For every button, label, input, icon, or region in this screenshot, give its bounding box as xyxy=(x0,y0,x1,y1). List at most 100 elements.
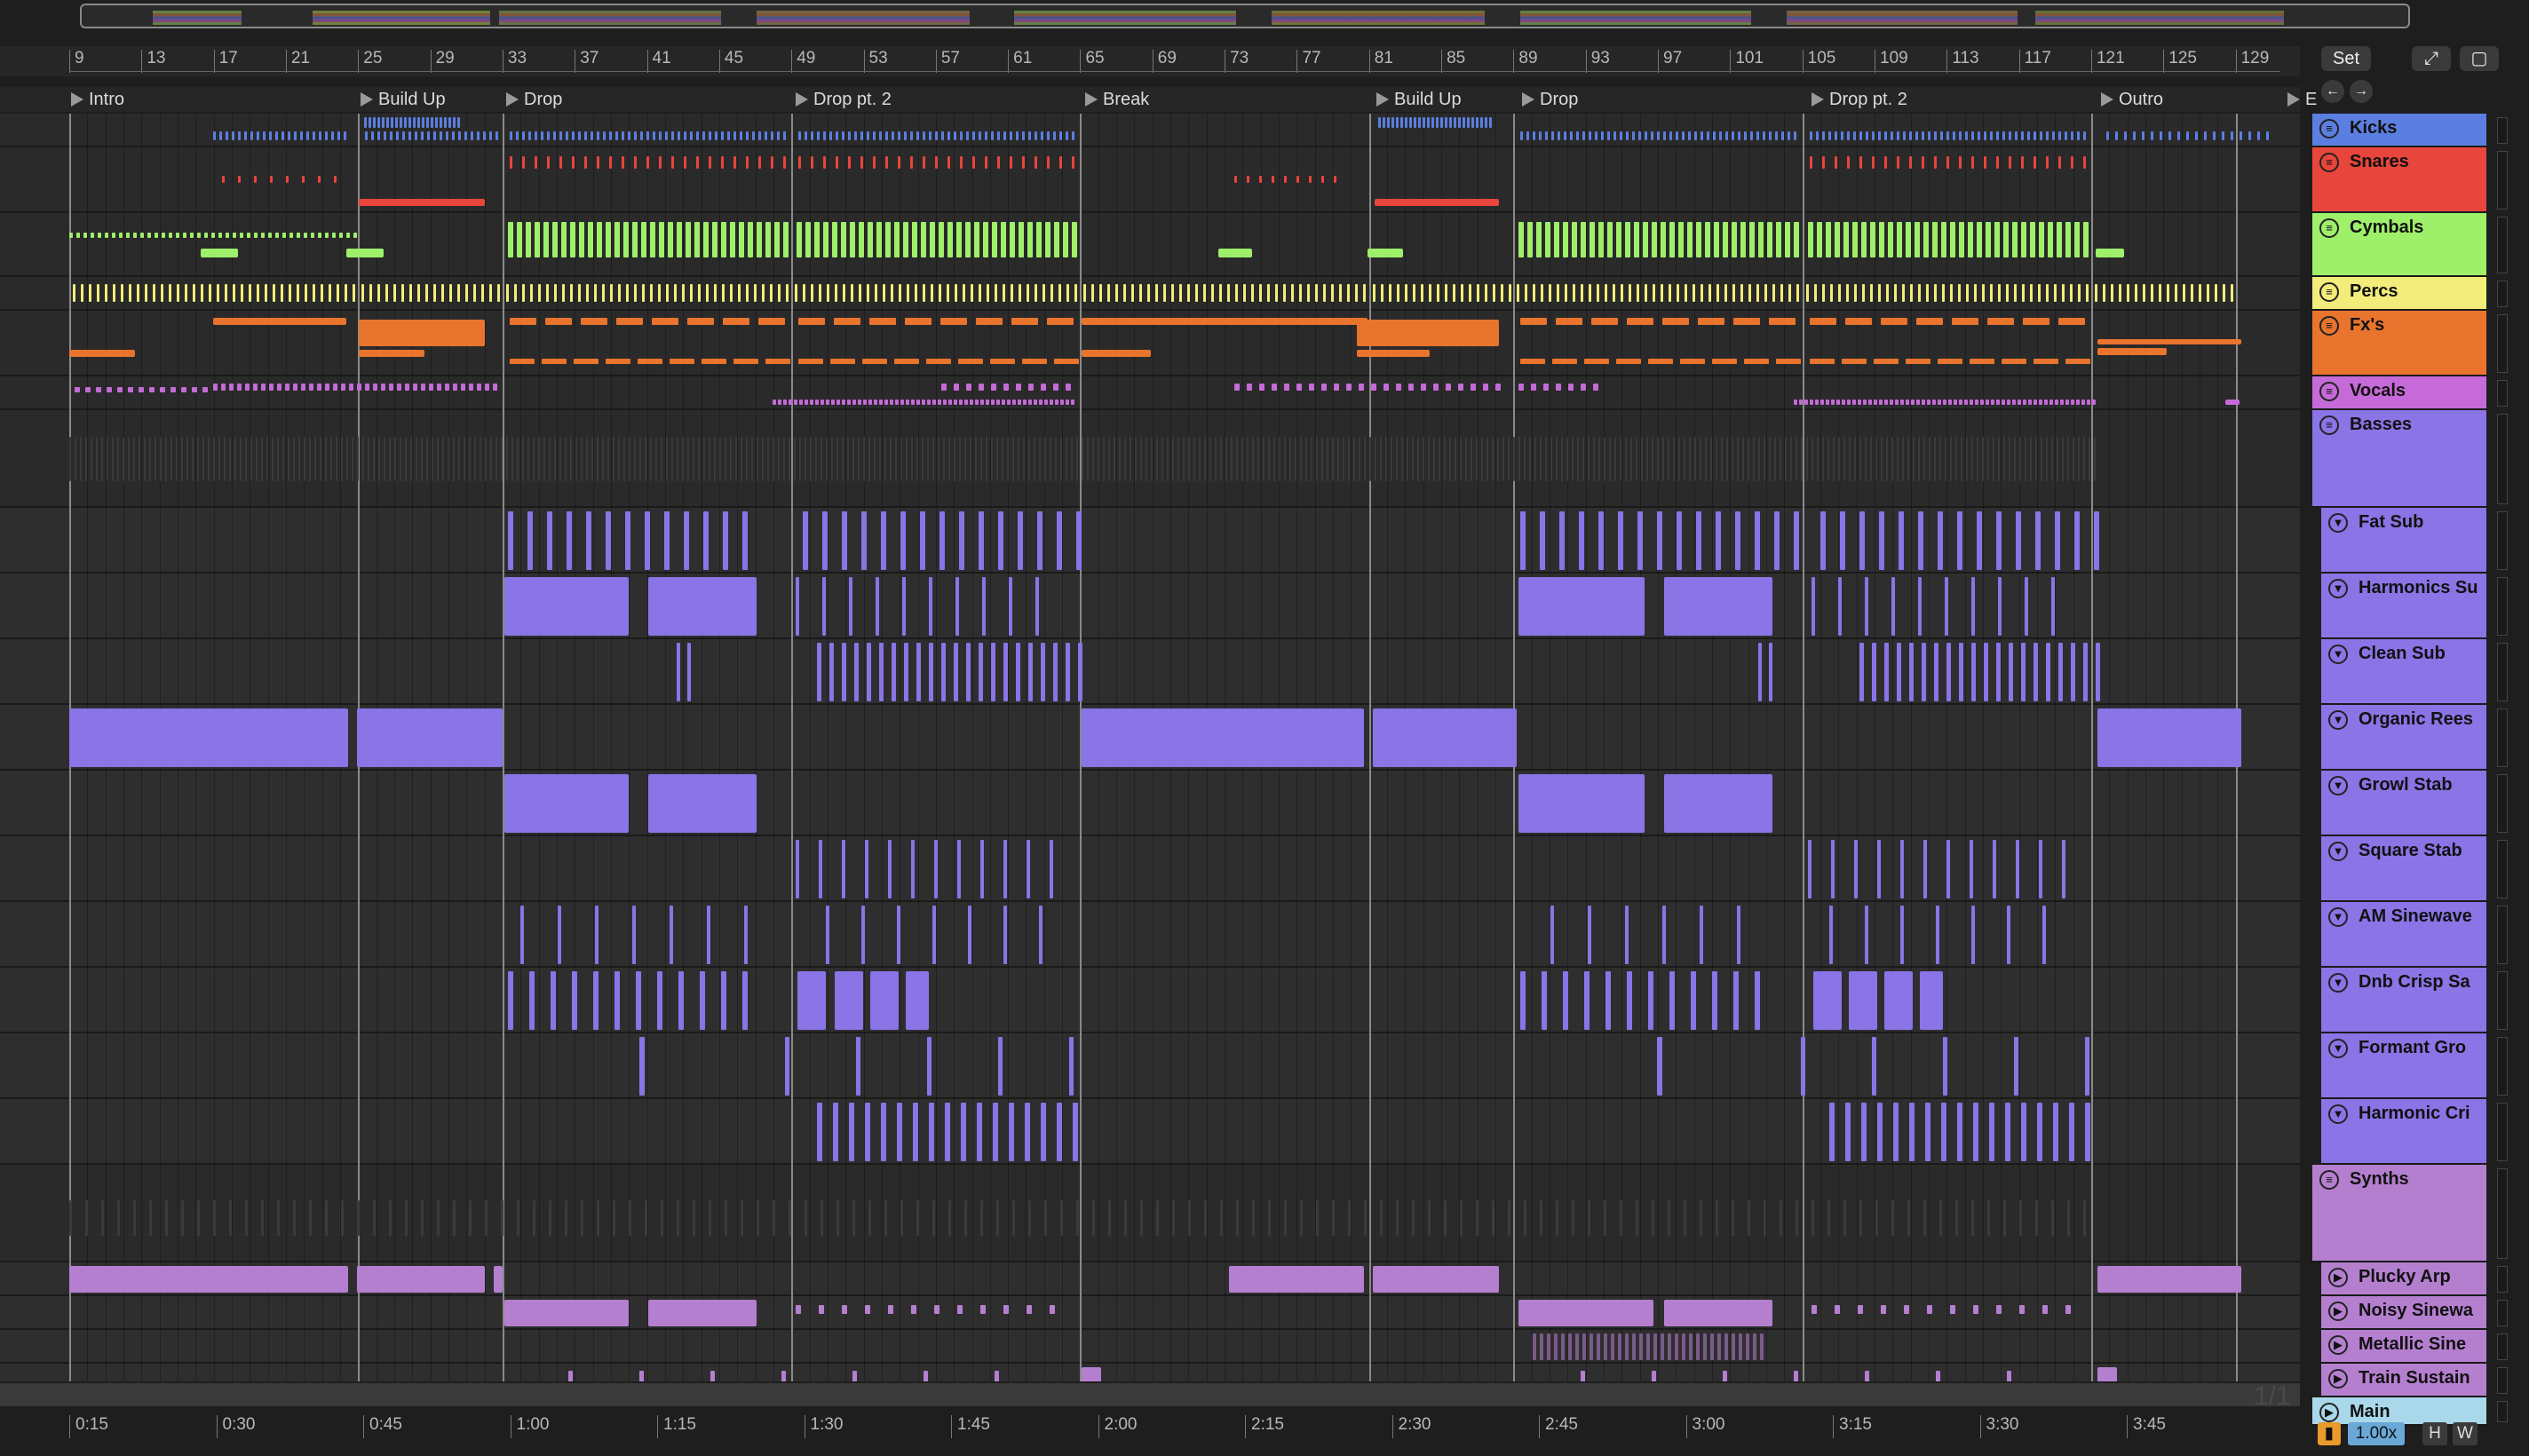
arrangement-tracks-area[interactable] xyxy=(0,114,2300,1381)
track-header[interactable]: ▼ Organic Rees xyxy=(2321,705,2486,771)
track-lane-snares[interactable] xyxy=(0,147,2300,213)
clip[interactable] xyxy=(1664,774,1772,833)
horizontal-scroll-bar[interactable] xyxy=(0,1383,2300,1406)
clip[interactable] xyxy=(1518,774,1645,833)
clip[interactable] xyxy=(357,1266,485,1293)
clip[interactable] xyxy=(357,708,503,767)
clip[interactable] xyxy=(504,774,629,833)
clip[interactable] xyxy=(494,1266,503,1293)
lock-icon[interactable]: ▢ xyxy=(2460,46,2499,71)
track-lane-clean-sub[interactable] xyxy=(0,639,2300,705)
locator-marker[interactable]: Build Up xyxy=(357,89,446,110)
track-group-icon[interactable]: ≡ xyxy=(2319,1170,2339,1190)
track-fold-icon[interactable]: ▶ xyxy=(2328,1268,2348,1287)
clip[interactable] xyxy=(69,350,135,357)
clip[interactable] xyxy=(648,774,757,833)
track-fold-icon[interactable]: ▼ xyxy=(2328,645,2348,664)
track-lane-square-stab[interactable] xyxy=(0,836,2300,902)
clip[interactable] xyxy=(504,577,629,636)
clip[interactable] xyxy=(1884,971,1913,1030)
track-lane-growl-stab[interactable] xyxy=(0,771,2300,836)
clip[interactable] xyxy=(2097,708,2241,767)
track-header[interactable]: ▼ Growl Stab xyxy=(2321,771,2486,836)
expand-icon[interactable]: ⤢ xyxy=(2412,46,2451,71)
track-fold-icon[interactable]: ▼ xyxy=(2328,710,2348,730)
locator-marker[interactable]: Build Up xyxy=(1373,89,1462,110)
track-header[interactable]: ▼ Fat Sub xyxy=(2321,508,2486,574)
track-lane-formant-gro[interactable] xyxy=(0,1033,2300,1099)
clip[interactable] xyxy=(1082,318,1368,325)
track-header[interactable]: ▼ AM Sinewave xyxy=(2321,902,2486,968)
clip[interactable] xyxy=(1664,577,1772,636)
track-header[interactable]: ▼ Clean Sub xyxy=(2321,639,2486,705)
track-header[interactable]: ≡ Vocals xyxy=(2312,376,2486,410)
loop-brace[interactable] xyxy=(69,71,2280,83)
clip[interactable] xyxy=(1518,577,1645,636)
clip[interactable] xyxy=(906,971,929,1030)
track-group-icon[interactable]: ≡ xyxy=(2319,153,2339,172)
track-header[interactable]: ▼ Harmonic Cri xyxy=(2321,1099,2486,1165)
track-group-icon[interactable]: ≡ xyxy=(2319,119,2339,138)
track-fold-icon[interactable]: ▼ xyxy=(2328,513,2348,533)
clip[interactable] xyxy=(870,971,899,1030)
clip[interactable] xyxy=(1368,249,1403,257)
track-fold-icon[interactable]: ▼ xyxy=(2328,776,2348,795)
clip[interactable] xyxy=(648,1300,757,1326)
track-fold-icon[interactable]: ▶ xyxy=(2328,1335,2348,1355)
clip[interactable] xyxy=(648,577,757,636)
track-fold-icon[interactable]: ▼ xyxy=(2328,842,2348,861)
clip[interactable] xyxy=(1518,1300,1653,1326)
track-header[interactable]: ≡ Kicks xyxy=(2312,114,2486,147)
clip[interactable] xyxy=(359,350,424,357)
track-header[interactable]: ▶ Noisy Sinewa xyxy=(2321,1296,2486,1330)
arrow-left-icon[interactable]: ← xyxy=(2321,80,2344,103)
track-fold-icon[interactable]: ▶ xyxy=(2328,1369,2348,1389)
track-header[interactable]: ≡ Basses xyxy=(2312,410,2486,508)
track-header[interactable]: ▼ Dnb Crisp Sa xyxy=(2321,968,2486,1033)
set-button[interactable]: Set xyxy=(2321,46,2371,71)
track-group-icon[interactable]: ≡ xyxy=(2319,382,2339,401)
track-lane-harmonic-cri[interactable] xyxy=(0,1099,2300,1165)
track-lane-fat-sub[interactable] xyxy=(0,508,2300,574)
clip[interactable] xyxy=(1229,1266,1364,1293)
track-lane-kicks[interactable] xyxy=(0,114,2300,147)
w-button[interactable]: W xyxy=(2453,1422,2477,1445)
locator-marker[interactable]: Break xyxy=(1082,89,1149,110)
clip[interactable] xyxy=(69,708,348,767)
locator-marker[interactable]: Drop pt. 2 xyxy=(1808,89,1907,110)
locator-marker[interactable]: Intro xyxy=(67,89,124,110)
clip[interactable] xyxy=(1813,971,1842,1030)
clip[interactable] xyxy=(1082,1367,1101,1381)
locator-marker[interactable]: Drop xyxy=(503,89,562,110)
locator-marker[interactable]: Outro xyxy=(2097,89,2163,110)
clip[interactable] xyxy=(2096,249,2124,257)
track-header[interactable]: ≡ Snares xyxy=(2312,147,2486,213)
clip[interactable] xyxy=(1375,199,1499,206)
track-header[interactable]: ▼ Formant Gro xyxy=(2321,1033,2486,1099)
cpu-icon[interactable]: ▮ xyxy=(2318,1422,2341,1445)
clip[interactable] xyxy=(2097,348,2167,355)
clip[interactable] xyxy=(1082,708,1364,767)
arrow-right-icon[interactable]: → xyxy=(2350,80,2373,103)
track-header[interactable]: ≡ Synths xyxy=(2312,1165,2486,1262)
locator-marker[interactable]: Drop xyxy=(1518,89,1578,110)
clip[interactable] xyxy=(201,249,238,257)
track-fold-icon[interactable]: ▼ xyxy=(2328,907,2348,927)
track-header[interactable]: ▼ Harmonics Su xyxy=(2321,574,2486,639)
clip[interactable] xyxy=(504,1300,629,1326)
track-fold-icon[interactable]: ▼ xyxy=(2328,1104,2348,1124)
zoom-display[interactable]: 1.00x xyxy=(2348,1422,2405,1445)
time-ruler[interactable]: 0:15 0:30 0:45 1:00 1:15 1:30 1:45 2:00 2:15 2:30… xyxy=(0,1408,2300,1444)
locator-strip[interactable]: Intro Build Up Drop Drop pt. 2 Break Build Up… xyxy=(0,87,2317,112)
track-group-icon[interactable]: ≡ xyxy=(2319,316,2339,336)
track-lane-train-sustain[interactable] xyxy=(0,1364,2300,1381)
track-group-icon[interactable]: ≡ xyxy=(2319,282,2339,302)
clip[interactable] xyxy=(797,971,826,1030)
track-header[interactable]: ▶ Metallic Sine xyxy=(2321,1330,2486,1364)
track-group-icon[interactable]: ≡ xyxy=(2319,218,2339,238)
track-header[interactable]: ▶ Plucky Arp xyxy=(2321,1262,2486,1296)
clip[interactable] xyxy=(359,199,485,206)
clip[interactable] xyxy=(2225,400,2240,405)
h-button[interactable]: H xyxy=(2422,1422,2447,1445)
track-fold-icon[interactable]: ▼ xyxy=(2328,973,2348,993)
